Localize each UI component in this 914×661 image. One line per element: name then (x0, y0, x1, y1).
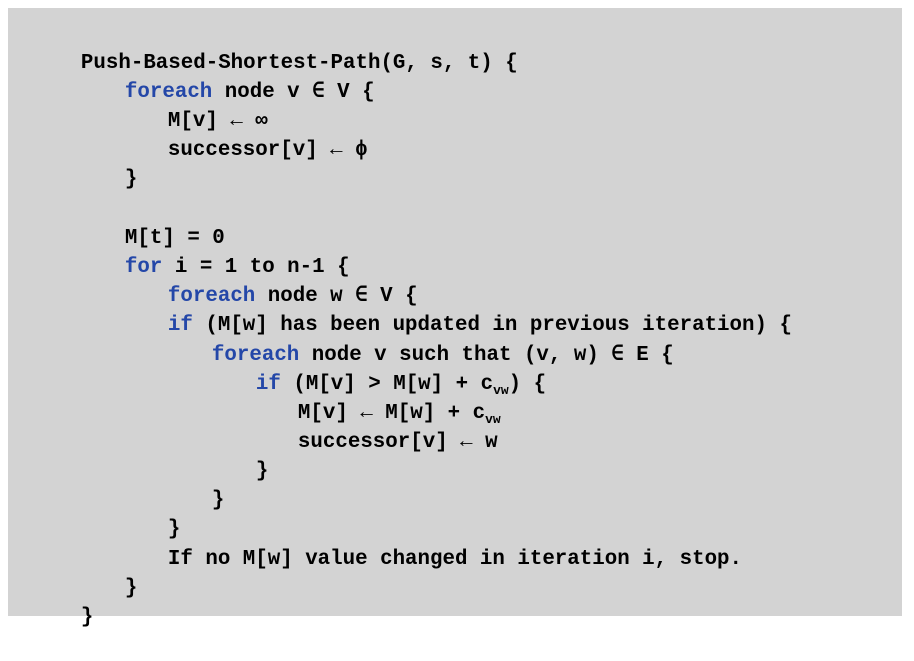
code-line-close-brace: } (75, 136, 137, 191)
code-line-foreach-v: foreach node v such that (v, w) ∈ E { (162, 312, 674, 367)
code-text: } (124, 168, 138, 191)
code-line-close-brace: } (118, 486, 180, 541)
code-line-stop-condition: If no M[w] value changed in iteration i,… (118, 516, 742, 571)
code-line-if-relax: if (M[v] > M[w] + cvw) { (206, 341, 546, 398)
code-text: } (255, 460, 269, 483)
code-line-function-signature: Push-Based-Shortest-Path(G, s, t) { (31, 20, 518, 75)
code-line-if-updated: if (M[w] has been updated in previous it… (118, 282, 792, 337)
code-text: } (124, 577, 138, 600)
code-text: } (80, 606, 94, 629)
code-text: } (211, 489, 225, 512)
code-line-update-m: M[v] ← M[w] + cvw (248, 370, 501, 427)
code-line-foreach-init: foreach node v ∈ V { (75, 49, 375, 104)
code-line-update-successor: successor[v] ← w (248, 399, 498, 454)
code-line-foreach-w: foreach node w ∈ V { (118, 253, 418, 308)
code-line-set-mt: M[t] = 0 (75, 195, 225, 250)
code-line-close-brace: } (75, 545, 137, 600)
code-line-init-m: M[v] ← ∞ (118, 78, 268, 133)
code-line-init-successor: successor[v] ← ϕ (118, 107, 368, 162)
pseudocode-panel: Push-Based-Shortest-Path(G, s, t) { fore… (8, 8, 902, 629)
code-line-close-brace: } (162, 457, 224, 512)
code-line-close-brace: } (206, 428, 268, 483)
code-text: ) { (508, 373, 547, 396)
code-text: successor[v] ← w (297, 431, 498, 454)
code-line-close-brace: } (31, 574, 93, 629)
code-line-for-loop: for i = 1 to n-1 { (75, 224, 350, 279)
code-text: successor[v] ← ϕ (167, 139, 368, 162)
code-text: If no M[w] value changed in iteration i,… (167, 548, 743, 571)
